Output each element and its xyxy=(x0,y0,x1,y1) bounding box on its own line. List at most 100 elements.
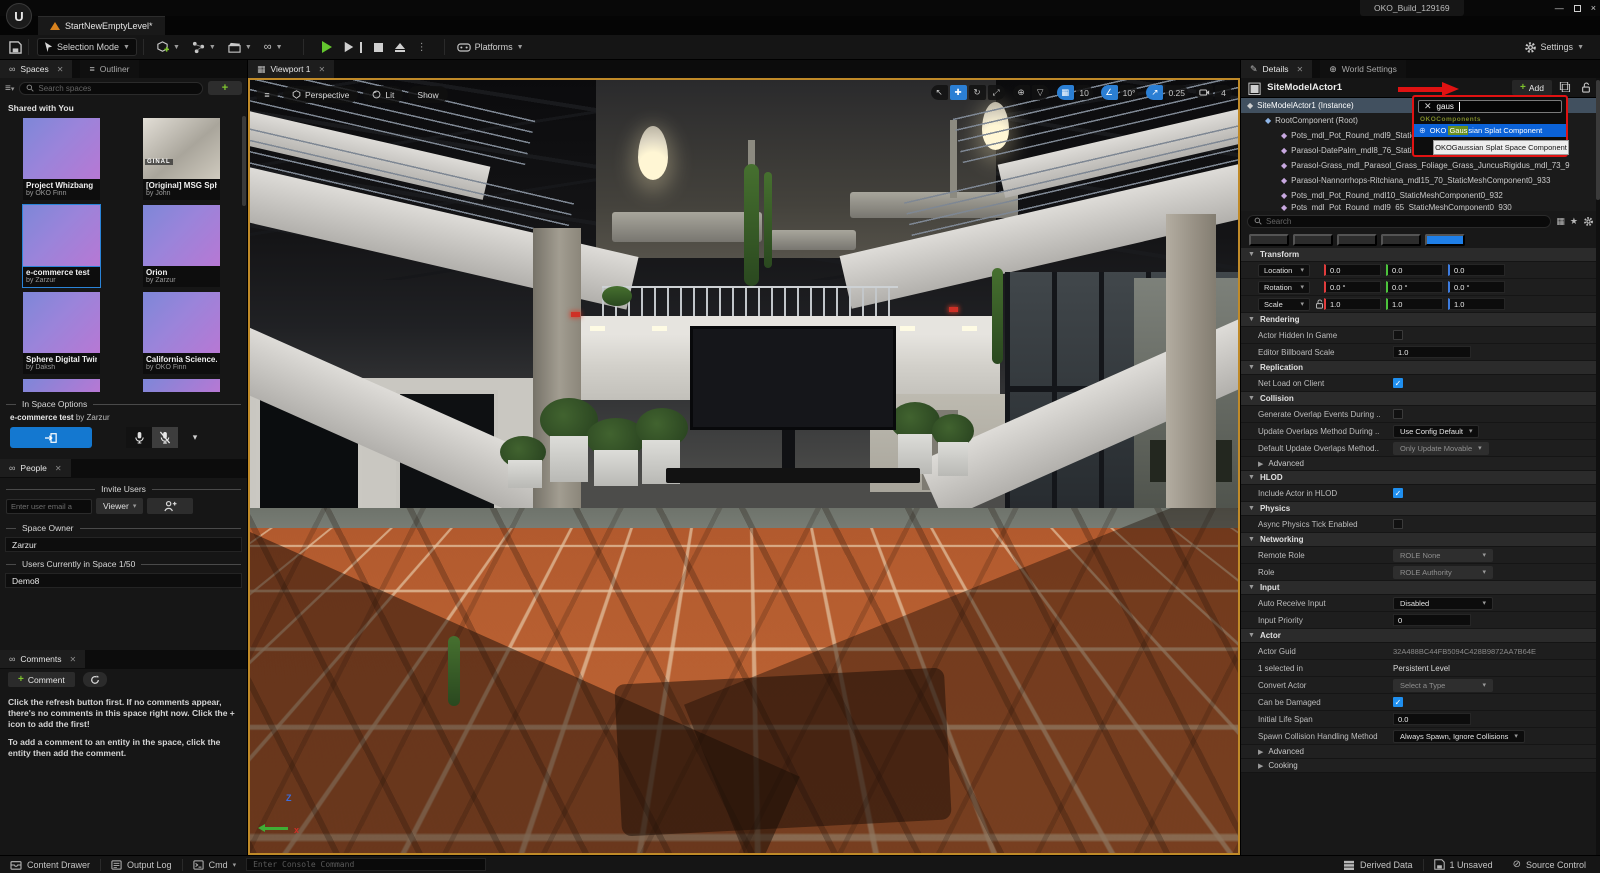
actor-hidden-checkbox[interactable] xyxy=(1393,330,1403,340)
scale-snap-value[interactable]: 0.25 xyxy=(1165,85,1188,100)
surface-snap-button[interactable]: ▽ xyxy=(1032,85,1049,100)
invite-user-button[interactable] xyxy=(147,498,193,514)
rotation-y-field[interactable]: 0.0 ° xyxy=(1386,281,1443,293)
section-physics[interactable]: ▼Physics xyxy=(1241,502,1600,516)
section-collision[interactable]: ▼Collision xyxy=(1241,392,1600,406)
world-space-toggle[interactable]: ⊕ xyxy=(1013,85,1030,100)
location-z-field[interactable]: 0.0 xyxy=(1448,264,1505,276)
unlock-icon[interactable] xyxy=(1578,82,1594,93)
menu-item[interactable] xyxy=(88,6,104,10)
details-search-input[interactable] xyxy=(1266,217,1544,226)
cinematics-dropdown[interactable]: ▼ xyxy=(222,38,258,56)
space-card[interactable]: GINAL [Original] MSG Sph... by John xyxy=(143,118,220,200)
content-drawer-button[interactable]: Content Drawer xyxy=(0,856,100,873)
mic-on-button[interactable] xyxy=(126,427,152,448)
eject-button[interactable] xyxy=(389,38,411,56)
user-row[interactable]: Demo8 xyxy=(5,573,242,588)
oko-link-dropdown[interactable]: ∞ ▼ xyxy=(258,38,289,56)
update-overlaps-dropdown[interactable]: Use Config Default▾ xyxy=(1393,425,1479,438)
scale-snap-toggle[interactable]: ↗ xyxy=(1146,85,1163,100)
settings-dropdown[interactable]: Settings▼ xyxy=(1518,38,1590,56)
menu-item[interactable] xyxy=(120,6,136,10)
lit-mode-dropdown[interactable]: Lit xyxy=(363,86,403,103)
menu-item[interactable] xyxy=(136,6,152,10)
section-hlod[interactable]: ▼HLOD xyxy=(1241,471,1600,485)
role-dropdown[interactable]: Viewer▾ xyxy=(96,498,143,514)
close-icon[interactable]: ✕ xyxy=(55,464,62,473)
details-settings-icon[interactable] xyxy=(1583,216,1594,227)
section-actor[interactable]: ▼Actor xyxy=(1241,629,1600,643)
component-row[interactable]: ◆ Pots_mdl_Pot_Round_mdl10_StaticMeshCom… xyxy=(1241,188,1600,203)
invite-email-field[interactable] xyxy=(6,499,92,514)
tab-outliner[interactable]: ≡ Outliner xyxy=(80,60,138,78)
scale-lock-icon[interactable] xyxy=(1315,299,1324,309)
menu-item[interactable] xyxy=(104,6,120,10)
section-input[interactable]: ▼Input xyxy=(1241,581,1600,595)
close-icon[interactable]: ✕ xyxy=(1297,65,1304,74)
filter-button[interactable] xyxy=(1337,234,1377,246)
tab-viewport-1[interactable]: ▦ Viewport 1✕ xyxy=(248,60,334,78)
mic-muted-button[interactable] xyxy=(152,427,178,448)
spawn-collision-dropdown[interactable]: Always Spawn, Ignore Collisions▾ xyxy=(1393,730,1525,743)
initial-life-span-field[interactable]: 0.0 xyxy=(1393,713,1471,725)
camera-speed-value[interactable]: 4 xyxy=(1215,85,1232,100)
rotation-x-field[interactable]: 0.0 ° xyxy=(1324,281,1381,293)
browse-blueprint-icon[interactable]: ⧉ xyxy=(1557,79,1573,97)
save-icon[interactable] xyxy=(9,41,22,54)
menu-item[interactable] xyxy=(56,6,72,10)
details-search[interactable] xyxy=(1247,215,1551,228)
platforms-dropdown[interactable]: Platforms▼ xyxy=(451,38,530,56)
clear-search-icon[interactable]: ✕ xyxy=(1424,101,1432,112)
component-search[interactable]: ✕ gaus xyxy=(1418,100,1562,113)
select-tool-button[interactable]: ↖ xyxy=(931,85,948,100)
add-actor-dropdown[interactable]: ▼ xyxy=(150,38,186,56)
close-icon[interactable]: ✕ xyxy=(319,65,326,74)
location-y-field[interactable]: 0.0 xyxy=(1386,264,1443,276)
overlap-events-checkbox[interactable] xyxy=(1393,409,1403,419)
component-row[interactable]: ◆ Parasol-Grass_mdl_Parasol_Grass_Foliag… xyxy=(1241,158,1600,173)
can-be-damaged-checkbox[interactable]: ✓ xyxy=(1393,697,1403,707)
scale-x-field[interactable]: 1.0 xyxy=(1324,298,1381,310)
tab-world-settings[interactable]: ⊕ World Settings xyxy=(1320,60,1406,78)
camera-speed-icon[interactable] xyxy=(1196,85,1213,100)
show-flags-dropdown[interactable]: Show xyxy=(408,86,447,103)
viewport-options-menu[interactable]: ≡ xyxy=(256,86,278,103)
play-button[interactable] xyxy=(316,38,338,56)
filter-button[interactable] xyxy=(1425,234,1465,246)
tab-comments[interactable]: ∞ Comments✕ xyxy=(0,650,85,668)
billboard-scale-field[interactable]: 1.0 xyxy=(1393,346,1471,358)
rotation-snap-value[interactable]: 10° xyxy=(1120,85,1139,100)
grid-snap-toggle[interactable]: ▦ xyxy=(1057,85,1074,100)
rotation-snap-toggle[interactable]: ∠ xyxy=(1101,85,1118,100)
scale-z-field[interactable]: 1.0 xyxy=(1448,298,1505,310)
add-component-button[interactable]: +Add xyxy=(1512,80,1552,95)
scale-tool-button[interactable]: ⤢ xyxy=(988,85,1005,100)
tab-details[interactable]: ✎ Details✕ xyxy=(1241,60,1312,78)
scale-y-field[interactable]: 1.0 xyxy=(1386,298,1443,310)
output-log-button[interactable]: Output Log xyxy=(101,856,182,873)
unsaved-button[interactable]: 1 Unsaved xyxy=(1424,859,1503,870)
rotate-tool-button[interactable]: ↻ xyxy=(969,85,986,100)
cooking-row[interactable]: ▶Cooking xyxy=(1241,759,1600,773)
net-load-checkbox[interactable]: ✓ xyxy=(1393,378,1403,388)
perspective-dropdown[interactable]: Perspective xyxy=(283,86,358,103)
actor-advanced-row[interactable]: ▶Advanced xyxy=(1241,745,1600,759)
move-tool-button[interactable]: ✚ xyxy=(950,85,967,100)
level-tab[interactable]: StartNewEmptyLevel* xyxy=(38,16,165,35)
menu-item[interactable] xyxy=(72,6,88,10)
spaces-search[interactable] xyxy=(19,82,203,95)
cmd-dropdown[interactable]: Cmd▾ xyxy=(183,856,247,873)
source-control-button[interactable]: ⊘ Source Control xyxy=(1503,859,1600,870)
location-x-field[interactable]: 0.0 xyxy=(1324,264,1381,276)
auto-receive-input-dropdown[interactable]: Disabled▾ xyxy=(1393,597,1493,610)
stop-button[interactable] xyxy=(368,38,389,56)
refresh-comments-button[interactable] xyxy=(83,672,107,687)
derived-data-button[interactable]: Derived Data xyxy=(1333,860,1423,870)
filter-icon[interactable]: ≡▾ xyxy=(5,83,14,94)
filter-button[interactable] xyxy=(1381,234,1421,246)
add-space-button[interactable]: + xyxy=(208,81,242,95)
section-networking[interactable]: ▼Networking xyxy=(1241,533,1600,547)
filter-button[interactable] xyxy=(1249,234,1289,246)
component-row[interactable]: ◆ Parasol-Nannorrhops-Ritchiana_mdl15_70… xyxy=(1241,173,1600,188)
play-options-button[interactable]: ⋮ xyxy=(411,38,434,56)
